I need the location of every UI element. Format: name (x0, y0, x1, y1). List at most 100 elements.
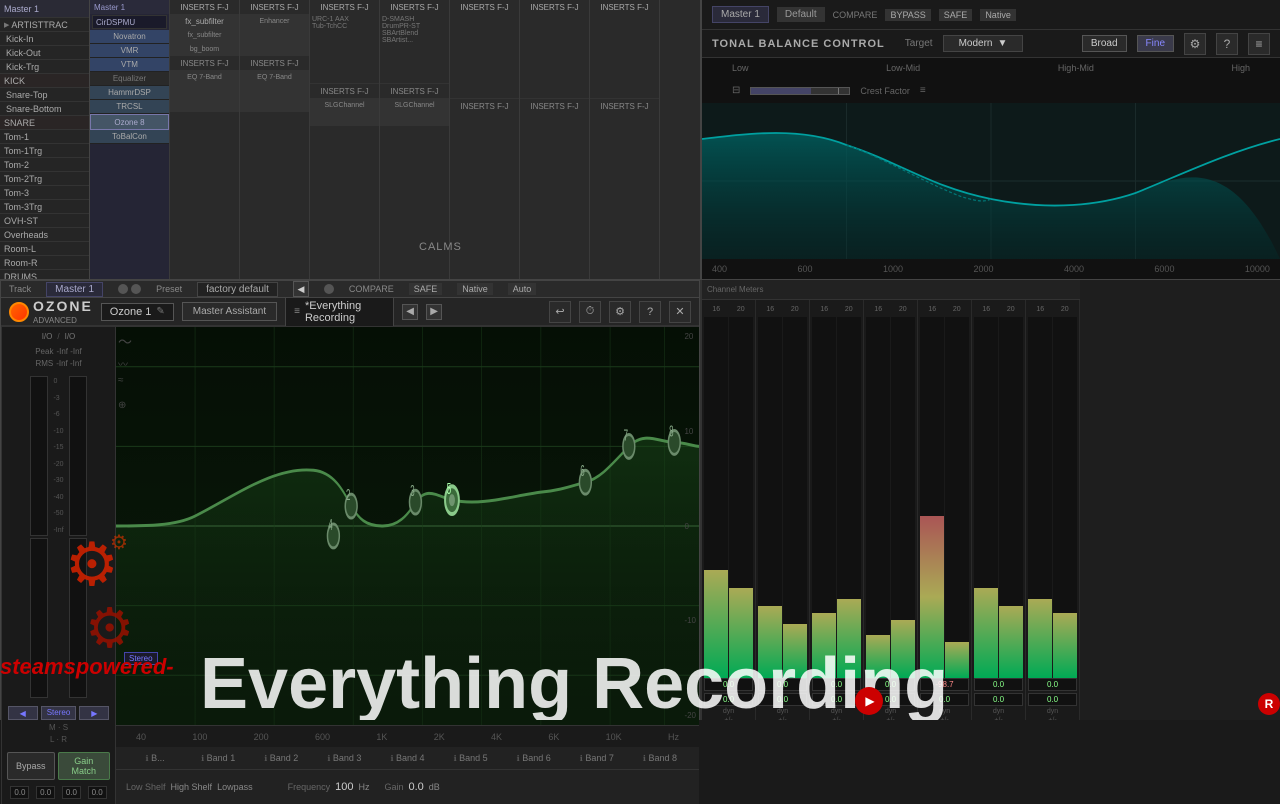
ch-bar-ovl-l (1028, 317, 1052, 678)
waveform-icon3[interactable]: ≈ (118, 375, 132, 386)
r-badge: R (1258, 693, 1280, 715)
waveform-icon1[interactable]: 〜 (118, 332, 132, 352)
meter-left-in (30, 376, 48, 536)
broad-btn[interactable]: Broad (1082, 35, 1127, 52)
ch-bar-t2t-l (758, 317, 782, 678)
track-snare: SNARE (4, 118, 35, 128)
db-20: -20 (53, 461, 63, 468)
gain-label-bottom: Gain (384, 782, 403, 792)
track-kick-in: Kick-In (6, 34, 34, 44)
ch-bar-t3t-l (866, 317, 890, 678)
band-7[interactable]: ℹ Band 7 (568, 753, 626, 763)
extra-btn[interactable]: ✕ (669, 301, 691, 323)
band-3[interactable]: ℹ Band 3 (315, 753, 373, 763)
insert-tobalcon[interactable]: ToBalCon (112, 132, 147, 141)
preset-indicator (324, 284, 334, 294)
ch-label-t3: dyn (831, 708, 842, 715)
bypass-btn[interactable]: Bypass (7, 752, 55, 780)
master-assistant-btn[interactable]: Master Assistant (182, 302, 277, 321)
playlist-icon: ≡ (294, 306, 300, 317)
preset-name-box[interactable]: Ozone 1 ✎ (101, 303, 174, 321)
ch-val-t2t-2: 0.0 (758, 693, 807, 706)
band-5[interactable]: ℹ Band 5 (442, 753, 500, 763)
ch-bar-t3-l (812, 317, 836, 678)
db-3: -3 (53, 395, 63, 402)
ch-val-m2-2: 0.0 (704, 693, 753, 706)
preset-song: *Everything Recording (305, 300, 385, 324)
band-1[interactable]: ℹ Band 1 (189, 753, 247, 763)
crest-icon: ⊟ (732, 85, 740, 96)
prev-preset-btn[interactable]: ◀ (402, 304, 418, 320)
ch-num-t2t: 16 (766, 306, 774, 313)
preset-dropdown[interactable]: Modern ▼ (943, 35, 1024, 52)
db-minus20-label: -20 (684, 711, 696, 720)
preset-value[interactable]: factory default (197, 282, 278, 297)
track-indicator2 (131, 284, 141, 294)
band-4[interactable]: ℹ Band 4 (378, 753, 436, 763)
svg-text:6: 6 (580, 462, 584, 480)
left-controls: 〜 〰 ≈ ⊕ (118, 332, 132, 411)
io-val-2: 0.0 (36, 786, 55, 799)
stereo-icon[interactable]: ⊕ (118, 400, 132, 411)
ch-inserts-3: INSERTS F-J (320, 3, 368, 12)
insert-novatron[interactable]: Novatron (113, 32, 145, 41)
io-header2: I/O (65, 332, 76, 341)
eq-main-graph[interactable]: 2 3 4 5 6 (116, 327, 699, 725)
ch-dsmash-2: DrumPR-ST (382, 23, 447, 30)
history-btn[interactable]: ⏱ (579, 301, 601, 323)
ch-inserts-fj-5: INSERTS F-J (390, 87, 438, 96)
settings-btn[interactable]: ⚙ (609, 301, 631, 323)
play-button[interactable]: ▶ (855, 687, 883, 715)
insert-vmr[interactable]: VMR (121, 46, 139, 55)
insert-cirdspmu[interactable]: CirDSPMU (96, 18, 135, 27)
track-value[interactable]: Master 1 (46, 282, 103, 297)
ch-slgchan-2: SLGChannel (394, 102, 434, 109)
native-btn-top[interactable]: Native (980, 9, 1016, 21)
safe-btn[interactable]: SAFE (409, 283, 443, 295)
waveform-icon2[interactable]: 〰 (118, 356, 132, 371)
master-label[interactable]: Master 1 (712, 6, 769, 23)
edit-icon[interactable]: ✎ (156, 306, 164, 317)
stereo-btn[interactable]: Stereo (41, 706, 77, 720)
insert-ozone8[interactable]: Ozone 8 (114, 118, 144, 127)
ch-urc-aax: URC-1 AAX (312, 16, 377, 23)
help-icon[interactable]: ? (1216, 33, 1238, 55)
preset-arrow[interactable]: ◀ (293, 281, 309, 297)
band-6[interactable]: ℹ Band 6 (505, 753, 563, 763)
preset-selector[interactable]: ≡ *Everything Recording (285, 297, 394, 327)
next-preset-btn[interactable]: ▶ (426, 304, 442, 320)
help-btn[interactable]: ? (639, 301, 661, 323)
right-meters-top: Channel Meters (702, 280, 1080, 300)
fine-btn[interactable]: Fine (1137, 35, 1174, 52)
compare-btn[interactable]: COMPARE (833, 10, 878, 20)
ch-fill-smc-r (945, 642, 969, 678)
insert-trcsl[interactable]: TRCSL (116, 102, 142, 111)
ch-inserts-2: INSERTS F-J (250, 3, 298, 12)
menu-icon[interactable]: ≡ (1248, 33, 1270, 55)
settings-icon[interactable]: ⚙ (1184, 33, 1206, 55)
undo-btn[interactable]: ↩ (549, 301, 571, 323)
band-8[interactable]: ℹ Band 8 (631, 753, 689, 763)
meter-right-btn[interactable]: ▶ (79, 706, 109, 720)
meter-right-out (69, 538, 87, 698)
insert-vtm[interactable]: VTM (121, 60, 138, 69)
ch-val-t2t-1: 0.0 (758, 678, 807, 691)
ch-val-smc-2: 0.0 (920, 693, 969, 706)
ch-eq7: EQ 7-Band (187, 74, 222, 81)
gain-match-btn[interactable]: Gain Match (58, 752, 110, 780)
default-label[interactable]: Default (777, 7, 825, 22)
channel-area: Master 1 CirDSPMU Novatron VMR VTM Equal… (90, 0, 700, 279)
bypass-btn-top[interactable]: BYPASS (885, 9, 930, 21)
io-val-1: 0.0 (10, 786, 29, 799)
insert-hammrdsp[interactable]: HammrDSP (108, 88, 151, 97)
crest-slider[interactable] (750, 87, 850, 95)
ch-insert-boom: bg_boom (190, 46, 219, 53)
right-meters: Channel Meters 16 20 0.0 (700, 280, 1080, 720)
meter-left-btn[interactable]: ◀ (8, 706, 38, 720)
native-btn[interactable]: Native (457, 283, 493, 295)
band-2[interactable]: ℹ Band 2 (252, 753, 310, 763)
eq-freq-bar: 40 100 200 600 1K 2K 4K 6K 10K Hz (116, 725, 699, 747)
safe-btn-top[interactable]: SAFE (939, 9, 973, 21)
crest-icon2: ≡ (920, 85, 926, 96)
highshelf-label: High Shelf (171, 782, 213, 792)
